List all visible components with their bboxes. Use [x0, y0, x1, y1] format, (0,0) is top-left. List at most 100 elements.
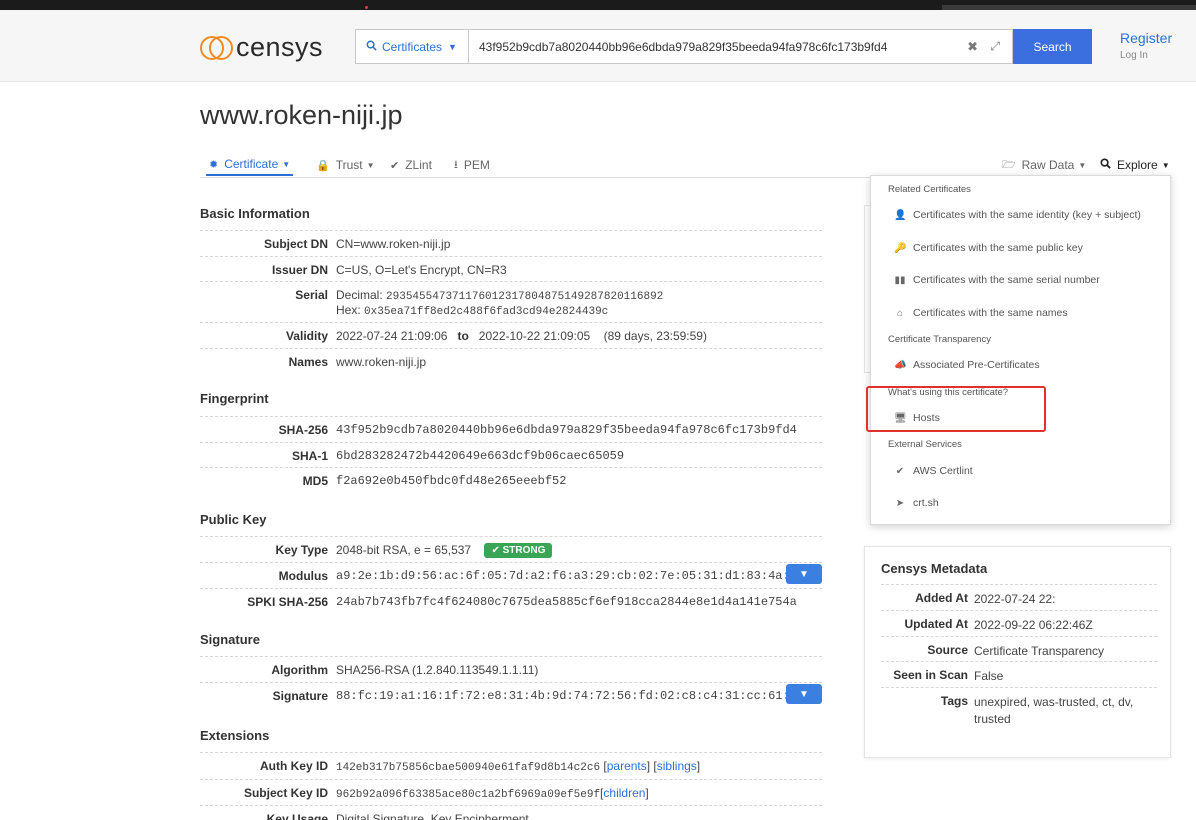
search-bar: Certificates ▼ ✖ ⤢ Search [355, 29, 1092, 64]
expand-icon[interactable]: ⤢ [990, 39, 1000, 54]
serial-hex: 0x35ea71ff8ed2c488f6fad3cd94e2824439c [364, 306, 609, 318]
seen-value: False [974, 669, 1004, 683]
crtsh-label: crt.sh [913, 497, 939, 509]
lock-icon: 🔒 [316, 159, 330, 172]
related-certificates-header: Related Certificates [888, 184, 971, 195]
clear-icon[interactable]: ✖ [967, 39, 978, 55]
chevron-down-icon: ▼ [799, 688, 809, 700]
tags-row: Tags unexpired, was-trusted, ct, dv, tru… [881, 687, 1157, 731]
md5-row: MD5 f2a692e0b450fbdc0fd48e265eeebf52 [200, 467, 822, 493]
sha1-row: SHA-1 6bd283282472b4420649e663dcf9b06cae… [200, 442, 822, 468]
added-label: Added At [915, 591, 968, 605]
spki-link[interactable]: 24ab7b743fb7fc4f624080c7675dea5885cf6ef9… [336, 595, 797, 609]
serial-label: Serial [295, 288, 328, 302]
validity-start: 2022-07-24 21:09:06 [336, 329, 448, 343]
md5-value: f2a692e0b450fbdc0fd48e265eeebf52 [336, 474, 567, 488]
tab-trust[interactable]: 🔒 Trust ▼ [316, 154, 375, 176]
validity-value: 2022-07-24 21:09:06 to 2022-10-22 21:09:… [336, 329, 707, 343]
source-label: Source [927, 643, 968, 657]
issuer-dn-label: Issuer DN [271, 263, 328, 277]
censys-logo[interactable]: censys [200, 32, 323, 63]
bullhorn-icon: 📣 [894, 359, 907, 371]
updated-row: Updated At 2022-09-22 06:22:46Z [881, 610, 1157, 636]
algorithm-value: SHA256-RSA (1.2.840.113549.1.1.11) [336, 663, 539, 677]
sha256-value: 43f952b9cdb7a8020440bb96e6dbda979a829f35… [336, 423, 797, 437]
sha1-label: SHA-1 [291, 449, 328, 463]
signature-label: Signature [272, 689, 328, 703]
auth-key-value: 142eb317b75856cbae500940e61faf9d8b14c2c6… [336, 759, 701, 774]
page-title: www.roken-niji.jp [200, 100, 403, 130]
strength-badge: ✔ STRONG [484, 543, 553, 558]
explore-menu[interactable]: Explore ▼ [1100, 154, 1170, 176]
updated-label: Updated At [904, 617, 968, 631]
names-link[interactable]: www.roken-niji.jp [336, 355, 426, 369]
same-serial-label: Certificates with the same serial number [913, 274, 1100, 286]
key-type-text: 2048-bit RSA, e = 65,537 [336, 543, 472, 557]
seen-label: Seen in Scan [893, 668, 968, 682]
key-icon: 🔑 [894, 242, 907, 254]
register-link[interactable]: Register [1120, 30, 1172, 46]
key-usage-value: Digital Signature, Key Encipherment [336, 812, 529, 820]
serial-row: Serial Decimal: 293545547371176012317804… [200, 281, 822, 323]
tab-trust-label: Trust [335, 158, 363, 172]
login-link[interactable]: Log In [1120, 50, 1172, 61]
site-header: censys Certificates ▼ ✖ ⤢ Search Registe… [0, 10, 1196, 82]
children-link[interactable]: children [603, 786, 645, 800]
search-icon [366, 40, 377, 54]
subject-key-row: Subject Key ID 962b92a096f63385ace80c1a2… [200, 779, 822, 806]
modulus-row: Modulus a9:2e:1b:d9:56:ac:6f:05:7d:a2:f6… [200, 562, 822, 588]
key-usage-row: Key Usage Digital Signature, Key Enciphe… [200, 805, 822, 820]
search-button[interactable]: Search [1013, 29, 1092, 64]
download-icon: ⭳ [454, 158, 458, 171]
external-services-header: External Services [888, 439, 962, 450]
basic-info-title: Basic Information [200, 206, 310, 221]
subject-key-id: 962b92a096f63385ace80c1a2bf6969a09ef5e9f [336, 789, 601, 801]
fingerprint-title: Fingerprint [200, 391, 269, 406]
tab-pem[interactable]: ⭳ PEM [454, 154, 490, 176]
tab-pem-label: PEM [463, 158, 490, 172]
menu-same-key[interactable]: 🔑 Certificates with the same public key [894, 242, 1083, 254]
validity-duration: (89 days, 23:59:59) [603, 329, 707, 343]
key-type-row: Key Type 2048-bit RSA, e = 65,537 ✔ STRO… [200, 536, 822, 562]
signature-title: Signature [200, 632, 260, 647]
menu-same-names[interactable]: ⌂ Certificates with the same names [894, 307, 1068, 319]
menu-crtsh[interactable]: ➤ crt.sh [894, 497, 939, 509]
names-label: Names [288, 355, 328, 369]
tab-zlint[interactable]: ✔ ZLint [390, 154, 432, 176]
home-icon: ⌂ [896, 307, 904, 319]
raw-data-menu[interactable]: 🗁 Raw Data ▼ [1002, 154, 1086, 176]
menu-aws-certlint[interactable]: ✔ AWS Certlint [894, 465, 973, 477]
censys-metadata-card: Censys Metadata Added At 2022-07-24 22: … [864, 546, 1171, 758]
same-identity-label: Certificates with the same identity (key… [913, 209, 1141, 221]
strength-label: STRONG [502, 545, 546, 556]
search-input[interactable] [469, 30, 949, 63]
added-row: Added At 2022-07-24 22: [881, 584, 1157, 610]
chevron-down-icon: ▼ [799, 568, 809, 580]
validity-row: Validity 2022-07-24 21:09:06 to 2022-10-… [200, 322, 822, 348]
highlight-box [866, 386, 1046, 432]
parents-link[interactable]: parents [607, 759, 647, 773]
serial-value: Decimal: 2935455473711760123178048751492… [336, 288, 663, 318]
validity-label: Validity [285, 329, 328, 343]
serial-decimal: 2935455473711760123178048751492878201168… [386, 291, 664, 303]
key-usage-label: Key Usage [266, 812, 328, 820]
expand-signature-button[interactable]: ▼ [786, 684, 822, 704]
md5-label: MD5 [302, 474, 328, 488]
menu-pre-certificates[interactable]: 📣 Associated Pre-Certificates [894, 359, 1040, 371]
auth-key-id: 142eb317b75856cbae500940e61faf9d8b14c2c6 [336, 762, 601, 774]
sha1-value: 6bd283282472b4420649e663dcf9b06caec65059 [336, 449, 625, 463]
user-icon: 👤 [894, 209, 907, 221]
tab-certificate[interactable]: ✹ Certificate ▼ [206, 154, 294, 176]
auth-key-label: Auth Key ID [259, 759, 328, 773]
censys-logo-icon [200, 34, 234, 62]
metadata-title: Censys Metadata [881, 561, 988, 576]
issuer-dn-link[interactable]: C=US, O=Let's Encrypt, CN=R3 [336, 263, 507, 277]
validity-end: 2022-10-22 21:09:05 [478, 329, 591, 343]
menu-same-identity[interactable]: 👤 Certificates with the same identity (k… [894, 209, 1141, 221]
search-type-dropdown[interactable]: Certificates ▼ [355, 29, 469, 64]
siblings-link[interactable]: siblings [657, 759, 697, 773]
menu-same-serial[interactable]: ▮▮ Certificates with the same serial num… [894, 274, 1100, 286]
source-value: Certificate Transparency [974, 644, 1105, 658]
expand-modulus-button[interactable]: ▼ [786, 564, 822, 584]
tags-value: unexpired, was-trusted, ct, dv, trusted [974, 695, 1134, 726]
